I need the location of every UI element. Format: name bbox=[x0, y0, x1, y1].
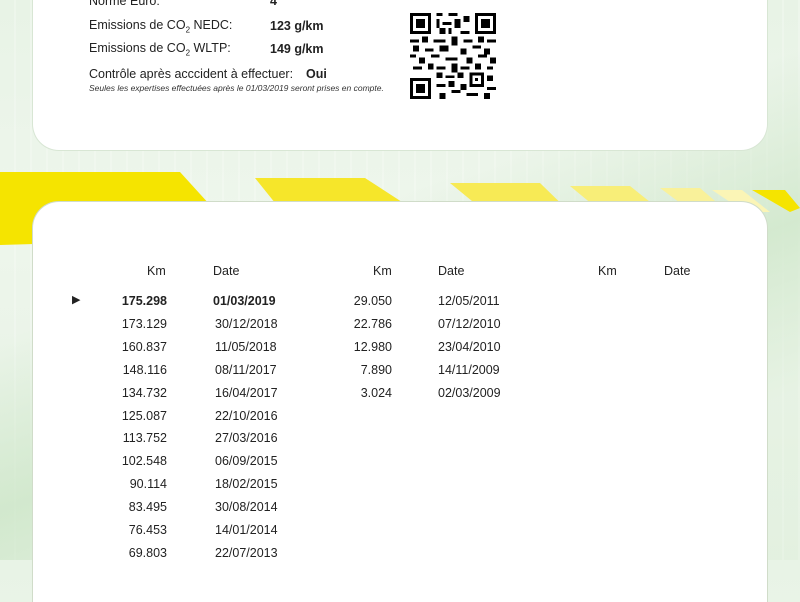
euro-norm-row: Norme Euro: 4 bbox=[89, 0, 277, 8]
row-km: 12.980 bbox=[353, 340, 392, 354]
row-km: 3.024 bbox=[360, 386, 392, 400]
row-km: 160.837 bbox=[121, 340, 167, 354]
row-date: 30/08/2014 bbox=[215, 500, 278, 514]
row-km: 173.129 bbox=[121, 317, 167, 331]
row-date: 11/05/2018 bbox=[215, 340, 277, 354]
row-km: 148.116 bbox=[122, 363, 167, 377]
date-header-2: Date bbox=[438, 264, 465, 278]
row-date: 07/12/2010 bbox=[438, 317, 501, 331]
row-date: 06/09/2015 bbox=[215, 454, 278, 468]
row-km: 83.495 bbox=[128, 500, 167, 514]
row-date: 14/11/2009 bbox=[438, 363, 500, 377]
row-date: 27/03/2016 bbox=[215, 431, 278, 445]
date-header-3: Date bbox=[664, 264, 691, 278]
expertise-note: Seules les expertises effectuées après l… bbox=[89, 83, 384, 93]
row-km: 175.298 bbox=[121, 294, 167, 308]
km-header-3: Km bbox=[598, 264, 617, 278]
row-date: 22/10/2016 bbox=[215, 409, 278, 423]
row-km: 102.548 bbox=[121, 454, 167, 468]
row-date: 01/03/2019 bbox=[213, 294, 276, 308]
row-km: 125.087 bbox=[121, 409, 167, 423]
nedc-value: 123 g/km bbox=[270, 19, 324, 33]
accident-check-label: Contrôle après acccident à effectuer: bbox=[89, 67, 294, 81]
row-date: 18/02/2015 bbox=[215, 477, 278, 491]
row-date: 23/04/2010 bbox=[438, 340, 501, 354]
row-km: 134.732 bbox=[121, 386, 167, 400]
wltp-row: Emissions de CO2 WLTP: 149 g/km bbox=[89, 41, 324, 58]
km-header-2: Km bbox=[373, 264, 392, 278]
row-km: 69.803 bbox=[128, 546, 167, 560]
play-arrow-icon: ▶ bbox=[72, 294, 81, 306]
row-km: 76.453 bbox=[128, 523, 167, 537]
row-date: 16/04/2017 bbox=[215, 386, 278, 400]
nedc-row: Emissions de CO2 NEDC: 123 g/km bbox=[89, 18, 324, 35]
row-km: 7.890 bbox=[360, 363, 392, 377]
row-date: 14/01/2014 bbox=[215, 523, 278, 537]
nedc-label: Emissions de CO2 NEDC: bbox=[89, 18, 233, 35]
date-header-1: Date bbox=[213, 264, 240, 278]
row-date: 22/07/2013 bbox=[215, 546, 278, 560]
wltp-label: Emissions de CO2 WLTP: bbox=[89, 41, 231, 58]
accident-check-row: Contrôle après acccident à effectuer: Ou… bbox=[89, 67, 327, 81]
mileage-history-card bbox=[33, 202, 767, 602]
row-date: 08/11/2017 bbox=[215, 363, 277, 377]
row-km: 29.050 bbox=[353, 294, 392, 308]
row-date: 02/03/2009 bbox=[438, 386, 501, 400]
km-header-1: Km bbox=[147, 264, 166, 278]
qr-code-icon bbox=[410, 13, 496, 99]
row-km: 113.752 bbox=[122, 431, 167, 445]
euro-norm-value: 4 bbox=[270, 0, 277, 8]
row-date: 12/05/2011 bbox=[438, 294, 500, 308]
euro-norm-label: Norme Euro: bbox=[89, 0, 160, 8]
row-date: 30/12/2018 bbox=[215, 317, 278, 331]
row-km: 22.786 bbox=[353, 317, 392, 331]
row-km: 90.114 bbox=[129, 477, 167, 491]
wltp-value: 149 g/km bbox=[270, 42, 324, 56]
accident-check-value: Oui bbox=[306, 67, 327, 81]
